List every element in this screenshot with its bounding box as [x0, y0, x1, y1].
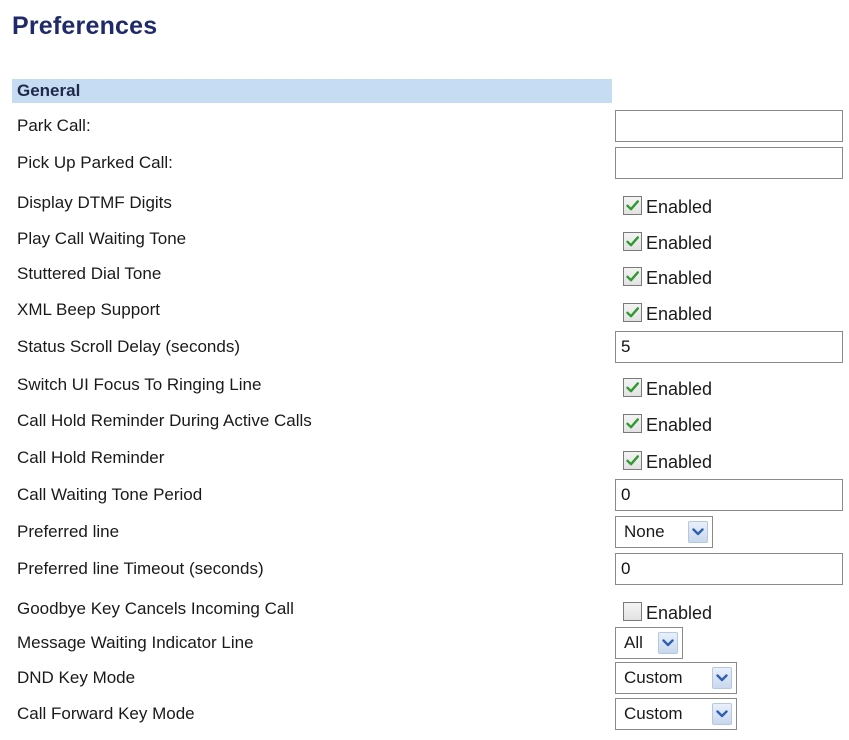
chevron-down-icon[interactable]	[712, 703, 732, 725]
setting-row-xml-beep-support: XML Beep Support Enabled	[0, 292, 849, 328]
setting-label: Preferred line Timeout (seconds)	[17, 559, 264, 578]
dnd-key-mode-select[interactable]: Custom	[615, 662, 737, 694]
page-title: Preferences	[12, 12, 158, 40]
setting-row-play-call-waiting-tone: Play Call Waiting Tone Enabled	[0, 221, 849, 257]
setting-row-status-scroll-delay-seconds: Status Scroll Delay (seconds)	[0, 329, 849, 365]
call-hold-reminder-checkbox[interactable]	[623, 450, 642, 470]
park-call-input[interactable]	[615, 110, 843, 142]
setting-row-goodbye-key-cancels-incoming-call: Goodbye Key Cancels Incoming Call Enabled	[0, 591, 849, 627]
goodbye-key-cancels-incoming-call-checkbox[interactable]	[623, 601, 642, 621]
switch-ui-focus-to-ringing-line-checkbox-group: Enabled	[623, 367, 712, 403]
stuttered-dial-tone-checkbox-group: Enabled	[623, 256, 712, 292]
display-dtmf-digits-checkbox[interactable]	[623, 195, 642, 215]
stuttered-dial-tone-checkbox[interactable]	[623, 266, 642, 286]
check-icon	[626, 454, 639, 465]
checkbox-option-label: Enabled	[646, 232, 713, 253]
setting-label: Switch UI Focus To Ringing Line	[17, 375, 262, 394]
setting-label: DND Key Mode	[17, 668, 136, 687]
setting-label: Preferred line	[17, 522, 120, 541]
checkbox-option-label: Enabled	[646, 196, 713, 217]
preferred-line-timeout-seconds-input[interactable]	[615, 553, 843, 585]
check-icon	[626, 306, 639, 317]
setting-row-pick-up-parked-call: Pick Up Parked Call:	[0, 145, 849, 181]
call-hold-reminder-checkbox-group: Enabled	[623, 440, 712, 476]
setting-label: Call Waiting Tone Period	[17, 485, 203, 504]
setting-row-call-waiting-tone-period: Call Waiting Tone Period	[0, 477, 849, 513]
preferred-line-select[interactable]: None	[615, 516, 713, 548]
call-waiting-tone-period-input[interactable]	[615, 479, 843, 511]
setting-row-park-call: Park Call:	[0, 108, 849, 144]
setting-row-preferred-line: Preferred line None	[0, 514, 849, 550]
chevron-down-icon[interactable]	[712, 667, 732, 689]
setting-row-call-forward-key-mode: Call Forward Key Mode Custom	[0, 696, 849, 732]
checkbox-option-label: Enabled	[646, 602, 713, 623]
select-value: None	[624, 522, 665, 541]
checkbox-option-label: Enabled	[646, 378, 713, 399]
checkbox-option-label: Enabled	[646, 451, 713, 472]
display-dtmf-digits-checkbox-group: Enabled	[623, 185, 712, 221]
setting-row-display-dtmf-digits: Display DTMF Digits Enabled	[0, 185, 849, 221]
play-call-waiting-tone-checkbox[interactable]	[623, 231, 642, 251]
message-waiting-indicator-line-select[interactable]: All	[615, 627, 683, 659]
setting-row-call-hold-reminder: Call Hold Reminder Enabled	[0, 440, 849, 476]
setting-row-switch-ui-focus-to-ringing-line: Switch UI Focus To Ringing Line Enabled	[0, 367, 849, 403]
setting-label: Display DTMF Digits	[17, 193, 172, 212]
setting-row-preferred-line-timeout-seconds: Preferred line Timeout (seconds)	[0, 551, 849, 587]
setting-label: Call Hold Reminder During Active Calls	[17, 411, 312, 430]
pick-up-parked-call-input[interactable]	[615, 147, 843, 179]
chevron-down-icon[interactable]	[658, 632, 678, 654]
call-hold-reminder-during-active-calls-checkbox-group: Enabled	[623, 403, 712, 439]
checkbox-option-label: Enabled	[646, 267, 713, 288]
setting-row-message-waiting-indicator-line: Message Waiting Indicator Line All	[0, 625, 849, 661]
setting-row-stuttered-dial-tone: Stuttered Dial Tone Enabled	[0, 256, 849, 292]
chevron-down-icon[interactable]	[688, 521, 708, 543]
select-value: Custom	[624, 668, 683, 687]
setting-label: Stuttered Dial Tone	[17, 264, 162, 283]
xml-beep-support-checkbox[interactable]	[623, 302, 642, 322]
play-call-waiting-tone-checkbox-group: Enabled	[623, 221, 712, 257]
setting-row-dnd-key-mode: DND Key Mode Custom	[0, 660, 849, 696]
setting-row-call-hold-reminder-during-active-calls: Call Hold Reminder During Active Calls En…	[0, 403, 849, 439]
status-scroll-delay-seconds-input[interactable]	[615, 331, 843, 363]
checkbox-option-label: Enabled	[646, 414, 713, 435]
setting-label: Call Forward Key Mode	[17, 704, 195, 723]
check-icon	[626, 417, 639, 428]
setting-label: Pick Up Parked Call:	[17, 153, 173, 172]
checkbox-option-label: Enabled	[646, 303, 713, 324]
setting-label: Message Waiting Indicator Line	[17, 633, 254, 652]
setting-label: Park Call:	[17, 116, 91, 135]
setting-label: XML Beep Support	[17, 300, 161, 319]
setting-label: Goodbye Key Cancels Incoming Call	[17, 599, 294, 618]
xml-beep-support-checkbox-group: Enabled	[623, 292, 712, 328]
call-hold-reminder-during-active-calls-checkbox[interactable]	[623, 413, 642, 433]
call-forward-key-mode-select[interactable]: Custom	[615, 698, 737, 730]
switch-ui-focus-to-ringing-line-checkbox[interactable]	[623, 377, 642, 397]
section-header-general: General	[12, 79, 612, 103]
select-value: All	[624, 633, 643, 652]
setting-label: Play Call Waiting Tone	[17, 229, 187, 248]
check-icon	[626, 381, 639, 392]
setting-label: Status Scroll Delay (seconds)	[17, 337, 240, 356]
setting-label: Call Hold Reminder	[17, 448, 165, 467]
check-icon	[626, 235, 639, 246]
select-value: Custom	[624, 704, 683, 723]
goodbye-key-cancels-incoming-call-checkbox-group: Enabled	[623, 591, 712, 627]
check-icon	[626, 270, 639, 281]
check-icon	[626, 199, 639, 210]
